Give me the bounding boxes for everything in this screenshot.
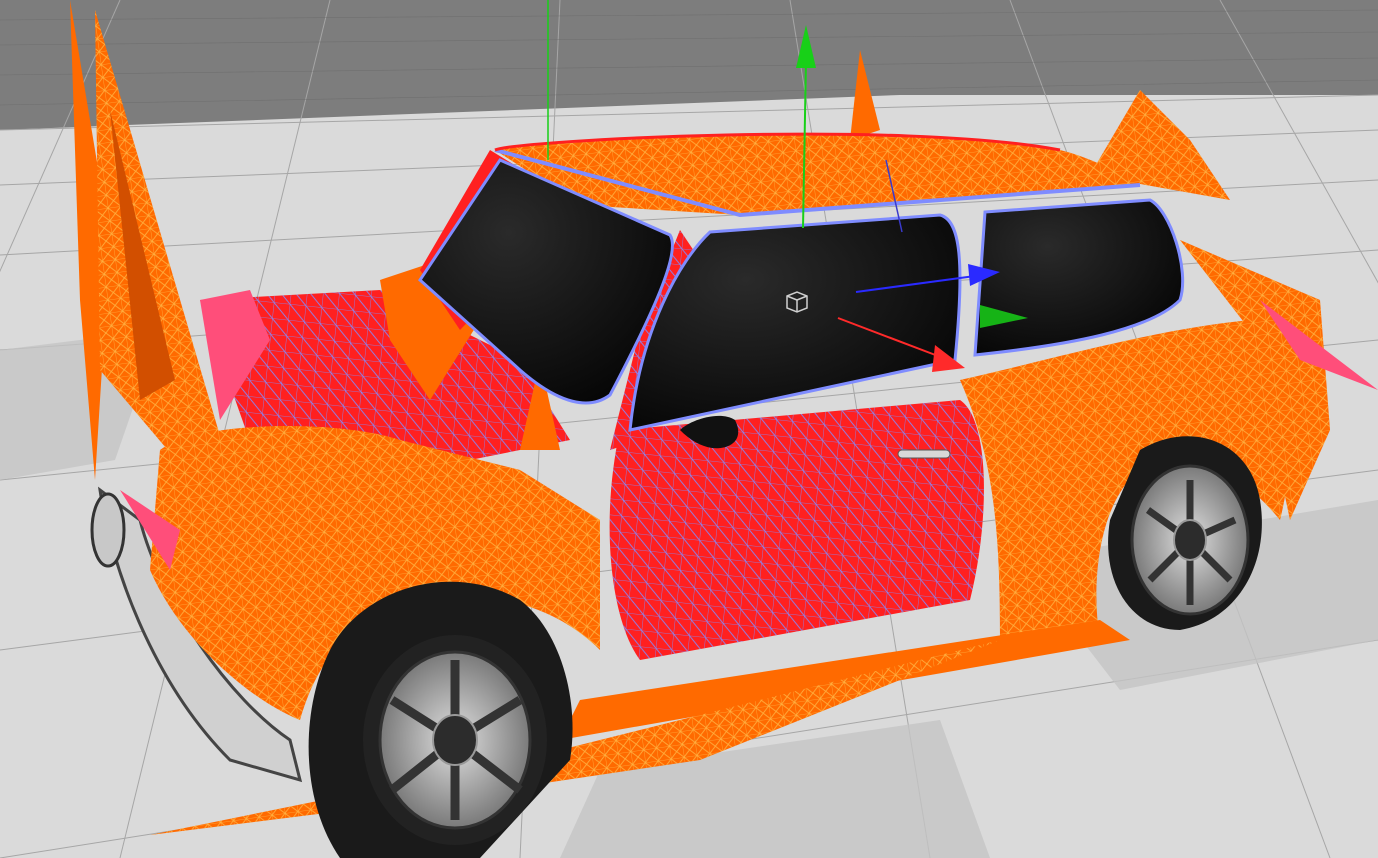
viewport-canvas[interactable] bbox=[0, 0, 1378, 858]
door-handle bbox=[897, 449, 951, 459]
3d-viewport[interactable] bbox=[0, 0, 1378, 858]
